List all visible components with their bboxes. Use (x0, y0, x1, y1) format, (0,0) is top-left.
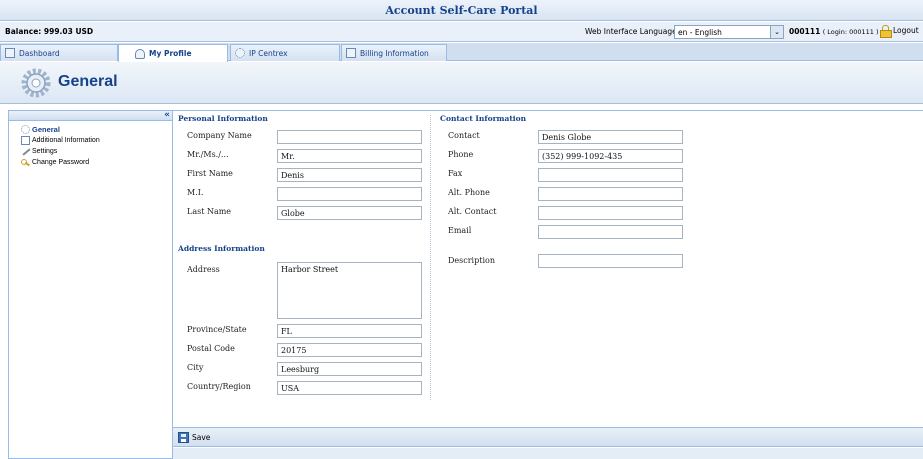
sidebar-tree: General Additional Information Settings … (9, 121, 172, 168)
alt-phone-field[interactable] (538, 187, 683, 201)
description-field[interactable] (538, 254, 683, 268)
language-select-value: en - English (678, 28, 722, 37)
gear-icon (235, 48, 245, 58)
last-name-field[interactable]: Globe (277, 206, 422, 220)
wrench-icon (21, 147, 30, 156)
description-label: Description (448, 256, 495, 265)
sidebar-item-label: Additional Information (32, 137, 100, 144)
save-button[interactable]: Save (192, 433, 210, 442)
contact-field[interactable]: Denis Globe (538, 130, 683, 144)
phone-label: Phone (448, 150, 474, 159)
sidebar-header: « (9, 110, 172, 121)
postal-code-field[interactable]: 20175 (277, 343, 422, 357)
tab-my-profile[interactable]: My Profile (118, 44, 228, 62)
account-info: 000111 ( Login: 000111 ) (789, 27, 879, 36)
last-name-label: Last Name (187, 207, 232, 216)
sidebar-item-label: Settings (32, 148, 58, 155)
province-state-label: Province/State (187, 325, 247, 334)
tab-ip-centrex[interactable]: IP Centrex (230, 44, 340, 61)
mi-field[interactable] (277, 187, 422, 201)
page-header: General (0, 62, 923, 104)
tab-dashboard[interactable]: Dashboard (0, 44, 118, 61)
sidebar-item-settings[interactable]: Settings (9, 146, 172, 157)
alt-contact-label: Alt. Contact (448, 207, 497, 216)
title-bar: Account Self-Care Portal (0, 0, 923, 21)
email-field[interactable] (538, 225, 683, 239)
logout-label: Logout (893, 26, 919, 35)
salutation-field[interactable]: Mr. (277, 149, 422, 163)
address-field[interactable]: Harbor Street (277, 262, 422, 319)
footer-strip (173, 448, 923, 459)
sidebar-item-label: Change Password (32, 159, 90, 166)
language-select[interactable]: en - English ⌄ (674, 25, 784, 39)
first-name-label: First Name (187, 169, 233, 178)
company-name-field[interactable] (277, 130, 422, 144)
key-icon (21, 158, 30, 167)
save-icon[interactable] (178, 431, 189, 443)
tab-label: Dashboard (19, 48, 60, 58)
account-id: 000111 (789, 27, 821, 36)
email-label: Email (448, 226, 472, 235)
sidebar-item-change-password[interactable]: Change Password (9, 157, 172, 168)
document-icon (21, 136, 30, 145)
profile-form: Personal Information Company Name Mr./Ms… (173, 110, 923, 459)
gear-icon (21, 125, 30, 134)
salutation-label: Mr./Ms./... (187, 150, 229, 159)
info-bar: Balance: 999.03 USD Web Interface Langua… (0, 22, 923, 42)
gear-icon (21, 68, 51, 98)
tab-label: Billing Information (360, 48, 429, 58)
form-toolbar: Save (173, 427, 923, 447)
country-region-label: Country/Region (187, 382, 251, 391)
balance-text: Balance: 999.03 USD (5, 27, 94, 36)
collapse-icon[interactable]: « (164, 110, 170, 121)
chevron-down-icon[interactable]: ⌄ (770, 26, 783, 38)
dashboard-icon (5, 48, 15, 58)
language-label: Web Interface Language: (585, 27, 680, 36)
fax-label: Fax (448, 169, 463, 178)
mi-label: M.I. (187, 188, 204, 197)
company-name-label: Company Name (187, 131, 252, 140)
document-icon (346, 48, 356, 58)
city-label: City (187, 363, 204, 372)
phone-field[interactable]: (352) 999-1092-435 (538, 149, 683, 163)
tab-label: IP Centrex (249, 48, 288, 58)
city-field[interactable]: Leesburg (277, 362, 422, 376)
postal-code-label: Postal Code (187, 344, 235, 353)
lock-icon (880, 25, 892, 38)
address-section-title: Address Information (178, 244, 265, 253)
sidebar: « General Additional Information Setting… (8, 110, 173, 459)
logout-link[interactable]: Logout (880, 25, 919, 38)
tab-label: My Profile (149, 49, 192, 58)
province-state-field[interactable]: FL (277, 324, 422, 338)
login-text: ( Login: 000111 ) (822, 28, 879, 36)
alt-contact-field[interactable] (538, 206, 683, 220)
contact-section-title: Contact Information (440, 114, 527, 123)
sidebar-item-general[interactable]: General (9, 124, 172, 135)
column-divider (430, 115, 431, 400)
window-title: Account Self-Care Portal (385, 4, 538, 17)
fax-field[interactable] (538, 168, 683, 182)
personal-section-title: Personal Information (178, 114, 268, 123)
user-icon (135, 48, 145, 59)
first-name-field[interactable]: Denis (277, 168, 422, 182)
page-title: General (58, 73, 118, 90)
sidebar-item-additional-information[interactable]: Additional Information (9, 135, 172, 146)
contact-label: Contact (448, 131, 480, 140)
main-tabs: Dashboard My Profile IP Centrex Billing … (0, 43, 923, 62)
country-region-field[interactable]: USA (277, 381, 422, 395)
alt-phone-label: Alt. Phone (448, 188, 490, 197)
tab-billing-information[interactable]: Billing Information (341, 44, 447, 61)
sidebar-item-label: General (32, 125, 60, 134)
address-label: Address (187, 265, 220, 274)
